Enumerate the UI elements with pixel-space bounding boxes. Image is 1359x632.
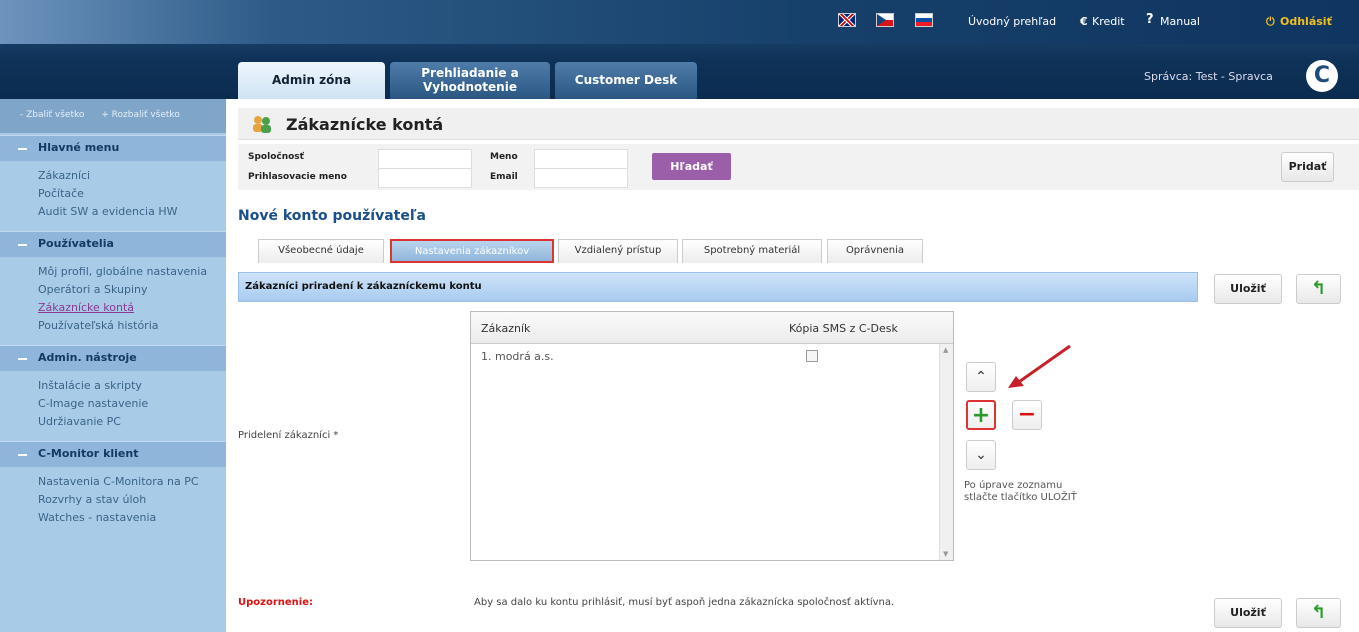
- expand-all-link[interactable]: + Rozbaliť všetko: [101, 110, 180, 120]
- search-button[interactable]: Hľadať: [652, 153, 731, 180]
- sidebar-group-admin-tools[interactable]: Admin. nástroje: [0, 345, 226, 371]
- sidebar-item-audit[interactable]: Audit SW a evidencia HW: [0, 203, 226, 221]
- section-title: Nové konto používateľa: [238, 208, 427, 224]
- tab-customer-settings[interactable]: Nastavenia zákazníkov: [390, 239, 554, 263]
- grid-scrollbar[interactable]: ▲ ▼: [939, 344, 953, 560]
- sidebar-item-customer-accounts[interactable]: Zákaznícke kontá: [0, 299, 226, 317]
- users-icon: [253, 116, 271, 133]
- company-field[interactable]: [378, 149, 472, 169]
- tab-browsing-evaluation[interactable]: Prehliadanie a Vyhodnotenie: [390, 62, 550, 99]
- column-sms-copy[interactable]: Kópia SMS z C-Desk: [789, 322, 898, 335]
- sidebar-item-my-profile[interactable]: Môj profil, globálne nastavenia: [0, 263, 226, 281]
- row-customer-name: 1. modrá a.s.: [481, 350, 554, 363]
- header-band: [0, 0, 1359, 44]
- cz-flag-icon[interactable]: [876, 13, 894, 27]
- email-label: Email: [490, 172, 518, 182]
- grid-header: Zákazník Kópia SMS z C-Desk: [471, 312, 953, 344]
- remove-row-button[interactable]: −: [1012, 400, 1042, 430]
- tab-customer-desk[interactable]: Customer Desk: [555, 62, 697, 99]
- nav-overview-link[interactable]: Úvodný prehľad: [968, 15, 1056, 28]
- reorder-hint: Po úprave zoznamu stlačte tlačítko ULOŽI…: [964, 480, 1077, 503]
- back-arrow-icon-bottom[interactable]: ↰: [1296, 598, 1341, 628]
- collapse-all-link[interactable]: - Zbaliť všetko: [20, 110, 84, 120]
- save-button-bottom[interactable]: Uložiť: [1214, 598, 1282, 628]
- sidebar-item-watches[interactable]: Watches - nastavenia: [0, 509, 226, 527]
- sidebar-item-maintenance[interactable]: Udržiavanie PC: [0, 413, 226, 431]
- table-row[interactable]: 1. modrá a.s.: [471, 344, 953, 368]
- nav-manual-link[interactable]: Manual: [1160, 15, 1200, 28]
- nav-credit-link[interactable]: Kredit: [1092, 15, 1125, 28]
- sms-copy-checkbox[interactable]: [806, 350, 818, 362]
- panel-header: Zákazníci priradení k zákazníckemu kontu: [238, 272, 1198, 302]
- warning-label: Upozornenie:: [238, 597, 313, 608]
- sidebar-group-cmonitor[interactable]: C-Monitor klient: [0, 441, 226, 467]
- company-label: Spoločnosť: [248, 152, 304, 162]
- sidebar-item-user-history[interactable]: Používateľská história: [0, 317, 226, 335]
- sidebar-item-installs[interactable]: Inštalácie a skripty: [0, 377, 226, 395]
- sk-flag-icon[interactable]: [915, 13, 933, 27]
- save-button-top[interactable]: Uložiť: [1214, 274, 1282, 304]
- sidebar-item-customers[interactable]: Zákazníci: [0, 167, 226, 185]
- add-row-button[interactable]: +: [966, 400, 996, 430]
- sidebar-item-schedules[interactable]: Rozvrhy a stav úloh: [0, 491, 226, 509]
- tab-general-info[interactable]: Všeobecné údaje: [258, 239, 384, 263]
- name-field[interactable]: [534, 149, 628, 169]
- customers-grid: Zákazník Kópia SMS z C-Desk 1. modrá a.s…: [470, 311, 954, 561]
- credit-icon: €: [1080, 15, 1088, 28]
- title-bar: Zákaznícke kontá: [238, 108, 1359, 140]
- nav-logout-link[interactable]: Odhlásiť: [1280, 15, 1332, 28]
- warning-text: Aby sa dalo ku kontu prihlásiť, musí byť…: [474, 597, 895, 608]
- sidebar-item-cimage[interactable]: C-Image nastavenie: [0, 395, 226, 413]
- sidebar-toolbar: - Zbaliť všetko + Rozbaliť všetko: [0, 99, 226, 133]
- uk-flag-icon[interactable]: [838, 13, 856, 27]
- sidebar-item-cmonitor-settings[interactable]: Nastavenia C-Monitora na PC: [0, 473, 226, 491]
- help-icon: ?: [1146, 12, 1154, 27]
- login-label: Prihlasovacie meno: [248, 172, 347, 182]
- tab-admin-zone[interactable]: Admin zóna: [238, 62, 385, 99]
- tab-consumables[interactable]: Spotrebný materiál: [682, 239, 822, 263]
- name-label: Meno: [490, 152, 518, 162]
- assigned-customers-label: Pridelení zákazníci *: [238, 430, 339, 441]
- tab-remote-access[interactable]: Vzdialený prístup: [558, 239, 678, 263]
- column-customer[interactable]: Zákazník: [481, 322, 530, 335]
- add-button[interactable]: Pridať: [1281, 152, 1334, 182]
- power-icon: ⏻: [1266, 15, 1275, 28]
- sidebar-group-users[interactable]: Používatelia: [0, 231, 226, 257]
- admin-user-label: Správca: Test - Spravca: [1144, 70, 1273, 83]
- sidebar-item-computers[interactable]: Počítače: [0, 185, 226, 203]
- email-field[interactable]: [534, 168, 628, 188]
- page-title: Zákaznícke kontá: [286, 115, 444, 134]
- move-up-button[interactable]: ⌃: [966, 362, 996, 392]
- top-header: Úvodný prehľad € Kredit ? Manual ⏻ Odhlá…: [0, 0, 1359, 99]
- c-logo: C: [1306, 60, 1338, 92]
- move-down-button[interactable]: ⌄: [966, 440, 996, 470]
- red-arrow-annotation-icon: [1008, 344, 1071, 388]
- sidebar-item-operators[interactable]: Operátori a Skupiny: [0, 281, 226, 299]
- back-arrow-icon[interactable]: ↰: [1296, 274, 1341, 304]
- sidebar: - Zbaliť všetko + Rozbaliť všetko Hlavné…: [0, 99, 226, 632]
- filter-bar: Spoločnosť Prihlasovacie meno Meno Email…: [238, 144, 1359, 190]
- sidebar-group-main-menu[interactable]: Hlavné menu: [0, 135, 226, 161]
- login-field[interactable]: [378, 168, 472, 188]
- tab-permissions[interactable]: Oprávnenia: [827, 239, 923, 263]
